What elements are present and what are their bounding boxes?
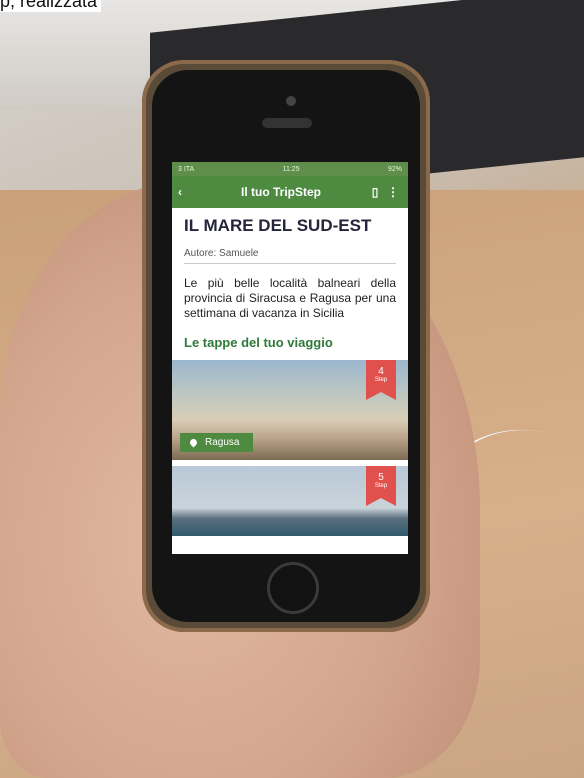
location-pin-icon <box>188 437 199 448</box>
content: IL MARE DEL SUD-EST Autore: Samuele Le p… <box>172 208 408 548</box>
phone-screen: 3 ITA 11:25 92% ‹ Il tuo TripStep ▯ ⋮ IL… <box>172 162 408 554</box>
app-bar: ‹ Il tuo TripStep ▯ ⋮ <box>172 176 408 208</box>
step-card[interactable]: 5 Step <box>172 466 408 536</box>
step-badge: 5 Step <box>366 466 396 506</box>
trip-description: Le più belle località balneari della pro… <box>184 276 396 320</box>
trip-author: Autore: Samuele <box>184 248 396 264</box>
map-icon[interactable]: ▯ <box>366 185 384 199</box>
step-number: 4 <box>378 366 384 377</box>
status-bar: 3 ITA 11:25 92% <box>172 162 408 176</box>
location-label: Ragusa <box>205 437 240 448</box>
section-title: Le tappe del tuo viaggio <box>184 335 333 350</box>
step-badge: 4 Step <box>366 360 396 400</box>
time-label: 11:25 <box>282 165 300 173</box>
photo-background: 3 ITA 11:25 92% ‹ Il tuo TripStep ▯ ⋮ IL… <box>0 0 584 778</box>
location-chip[interactable]: Ragusa <box>180 433 254 452</box>
camera-icon <box>286 96 296 106</box>
step-label: Step <box>374 377 388 383</box>
battery-label: 92% <box>387 165 402 173</box>
image-caption: p, realizzata <box>0 0 102 12</box>
carrier-label: 3 ITA <box>178 165 195 173</box>
step-label: Step <box>374 483 388 489</box>
speaker-grille <box>262 118 312 128</box>
appbar-title: Il tuo TripStep <box>241 185 321 199</box>
step-number: 5 <box>378 472 384 483</box>
chevron-left-icon[interactable]: ‹ <box>178 185 196 199</box>
more-vert-icon[interactable]: ⋮ <box>384 185 402 199</box>
step-card[interactable]: 4 Step Ragusa <box>172 360 408 460</box>
trip-title: IL MARE DEL SUD-EST <box>184 216 372 235</box>
home-button[interactable] <box>267 562 319 614</box>
